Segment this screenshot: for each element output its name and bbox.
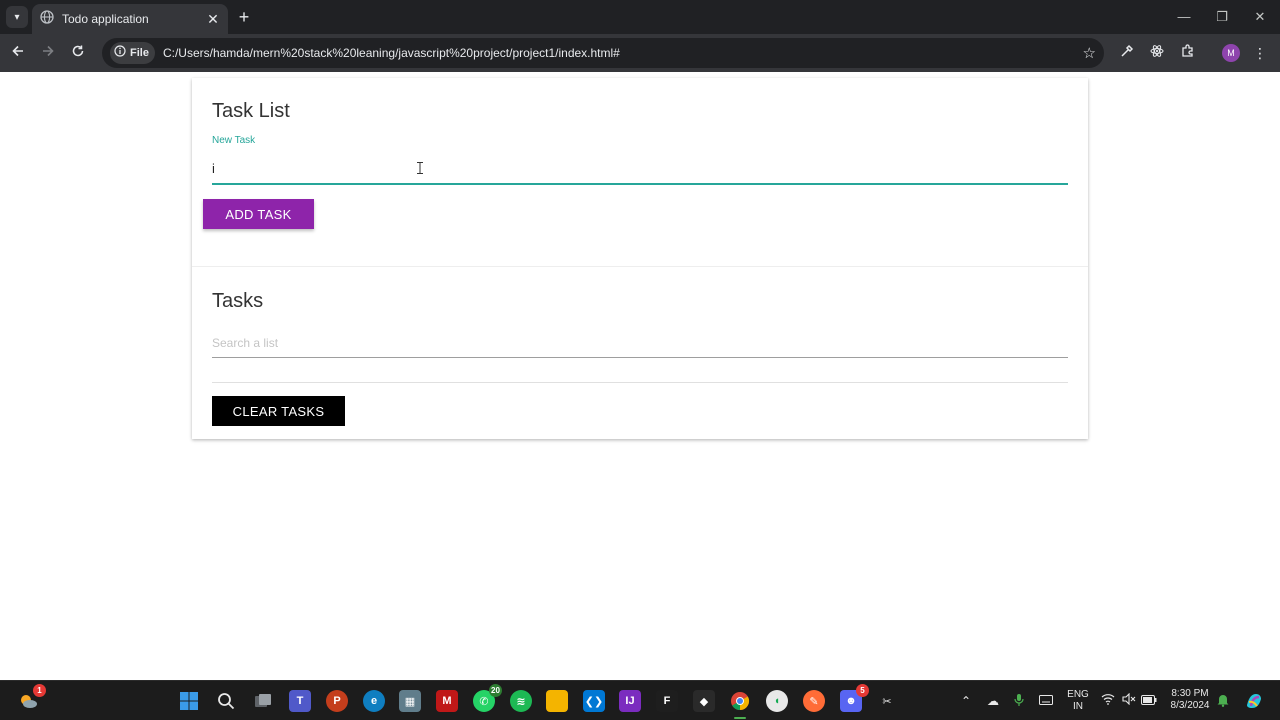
chrome-icon[interactable] <box>729 690 751 719</box>
clock-time: 8:30 PM <box>1171 688 1209 699</box>
region-text: IN <box>1073 701 1083 712</box>
tasks-title: Tasks <box>212 290 264 312</box>
snipping-tool-icon[interactable]: ✂ <box>876 690 898 712</box>
weather-badge: 1 <box>33 684 46 697</box>
clock-date: 8/3/2024 <box>1170 700 1210 711</box>
task-list-title: Task List <box>212 100 290 122</box>
globe-icon <box>40 9 54 29</box>
whatsapp-icon[interactable]: ✆ 20 <box>473 684 502 712</box>
windows-taskbar: 1 T Pe ▦ M ✆ 20 ≋ ❮❯ IJ F ◆ ◖ ✎ ☻ 5 ✂ ⌃ ☁ ENG IN 8:30 P… <box>0 680 1280 720</box>
mongodb-icon[interactable]: ◖ <box>766 690 788 712</box>
wifi-icon[interactable] <box>1100 693 1116 709</box>
store-icon[interactable]: ▦ <box>399 690 421 712</box>
active-app-indicator <box>734 717 746 719</box>
task-list-section: Task List New Task ADD TASK <box>192 78 1088 266</box>
eyedropper-extension-icon[interactable] <box>1117 43 1137 63</box>
url-text[interactable]: C:/Users/hamda/mern%20stack%20leaning/ja… <box>163 46 1083 60</box>
tab-search-button[interactable]: ▾ <box>6 6 28 28</box>
discord-icon[interactable]: ☻ 5 <box>840 684 869 712</box>
davinci-icon[interactable]: ◆ <box>693 690 715 712</box>
add-task-button[interactable]: ADD TASK <box>203 199 314 229</box>
react-devtools-icon[interactable] <box>1147 43 1167 63</box>
extensions-puzzle-icon[interactable] <box>1178 43 1198 63</box>
search-task-input[interactable] <box>212 328 1068 358</box>
spotify-icon[interactable]: ≋ <box>510 690 532 712</box>
postman-icon[interactable]: ✎ <box>803 690 825 712</box>
language-text: ENG <box>1067 689 1089 700</box>
edge-icon[interactable]: e <box>363 690 385 712</box>
todo-card: Task List New Task ADD TASK Tasks CLEAR … <box>192 78 1088 439</box>
browser-menu-icon[interactable]: ⋮ <box>1250 43 1270 63</box>
back-arrow-icon[interactable] <box>8 43 28 63</box>
powerpoint-icon[interactable]: P <box>326 690 348 712</box>
forward-arrow-icon[interactable] <box>38 43 58 63</box>
windows-start-icon[interactable] <box>178 690 200 712</box>
figma-icon[interactable]: F <box>656 690 678 712</box>
search-icon[interactable] <box>215 690 237 712</box>
vscode-icon[interactable]: ❮❯ <box>583 690 605 712</box>
site-info-chip[interactable]: File <box>110 42 155 64</box>
close-window-button[interactable]: ✕ <box>1250 7 1270 27</box>
tab-todo-application[interactable]: Todo application ✕ <box>32 4 228 34</box>
bookmark-star-icon[interactable]: ☆ <box>1083 44 1096 62</box>
copilot-icon[interactable] <box>1243 690 1265 712</box>
clear-tasks-button[interactable]: CLEAR TASKS <box>212 396 345 426</box>
discord-badge: 5 <box>856 684 869 697</box>
clock[interactable]: 8:30 PM 8/3/2024 <box>1164 688 1216 712</box>
onedrive-cloud-icon[interactable]: ☁ <box>985 693 1001 709</box>
speaker-muted-icon[interactable] <box>1121 692 1137 709</box>
info-icon <box>114 44 126 62</box>
chevron-down-icon: ▾ <box>14 11 20 23</box>
new-task-input[interactable] <box>212 154 1068 184</box>
minimize-button[interactable]: — <box>1174 7 1194 27</box>
mcafee-icon[interactable]: M <box>436 690 458 712</box>
keyboard-icon[interactable] <box>1038 693 1054 709</box>
file-chip-label: File <box>130 47 149 59</box>
profile-avatar[interactable]: M <box>1222 44 1240 62</box>
new-task-label: New Task <box>212 135 256 146</box>
whatsapp-badge: 20 <box>489 684 502 697</box>
section-divider <box>192 266 1088 267</box>
task-view-icon[interactable] <box>252 690 274 712</box>
language-indicator[interactable]: ENG IN <box>1066 689 1090 713</box>
file-explorer-icon[interactable] <box>546 690 568 712</box>
task-list-container <box>212 382 1068 383</box>
show-hidden-icons-chevron-icon[interactable]: ⌃ <box>958 693 974 709</box>
intellij-icon[interactable]: IJ <box>619 690 641 712</box>
restore-button[interactable]: ❐ <box>1212 7 1232 27</box>
battery-icon[interactable] <box>1141 693 1157 709</box>
teams-icon[interactable]: T <box>289 690 311 712</box>
notification-bell-icon[interactable] <box>1215 693 1231 709</box>
close-tab-icon[interactable]: ✕ <box>206 11 220 28</box>
tab-title: Todo application <box>62 12 149 26</box>
browser-toolbar: File C:/Users/hamda/mern%20stack%20leani… <box>0 34 1280 72</box>
text-cursor-icon <box>416 162 426 174</box>
address-bar[interactable]: File C:/Users/hamda/mern%20stack%20leani… <box>102 38 1104 68</box>
reload-icon[interactable] <box>68 43 88 63</box>
microphone-icon[interactable] <box>1011 693 1027 709</box>
browser-tab-bar: ▾ Todo application ✕ + — ❐ ✕ <box>0 0 1280 34</box>
weather-widget-icon[interactable]: 1 <box>17 684 46 712</box>
new-tab-button[interactable]: + <box>234 7 254 27</box>
